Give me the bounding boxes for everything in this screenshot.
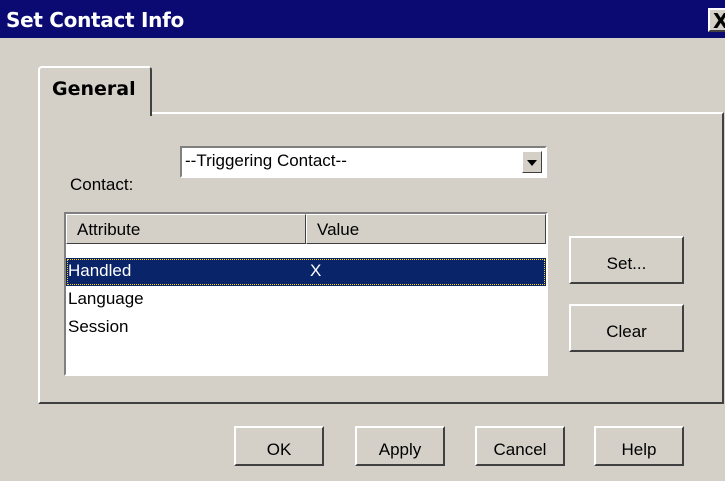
contact-dropdown-value: --Triggering Contact-- — [185, 151, 347, 170]
tab-general-label: General — [52, 78, 136, 100]
clear-button[interactable]: Clear — [569, 304, 684, 352]
dropdown-button[interactable] — [522, 151, 542, 173]
list-item[interactable]: Handled X — [66, 258, 546, 286]
row-value: X — [310, 261, 322, 280]
close-icon: X — [713, 9, 725, 33]
list-item[interactable]: Language — [66, 286, 546, 314]
row-attribute: Session — [68, 317, 129, 336]
attribute-list[interactable]: Attribute Value Handled X Language Sessi… — [64, 212, 548, 376]
tab-general[interactable]: General — [38, 66, 152, 116]
list-item[interactable]: Session — [66, 314, 546, 342]
set-button[interactable]: Set... — [569, 236, 684, 284]
ok-button[interactable]: OK — [234, 426, 324, 466]
close-button[interactable]: X — [708, 8, 725, 33]
column-header-value[interactable]: Value — [306, 214, 546, 244]
cancel-button[interactable]: Cancel — [475, 426, 565, 466]
row-attribute: Language — [68, 289, 144, 308]
help-button[interactable]: Help — [594, 426, 684, 466]
column-header-attribute[interactable]: Attribute — [66, 214, 306, 244]
title-bar: Set Contact Info — [0, 0, 725, 38]
apply-button[interactable]: Apply — [355, 426, 445, 466]
contact-label: Contact: — [70, 175, 134, 194]
window-title: Set Contact Info — [6, 8, 184, 32]
contact-dropdown[interactable]: --Triggering Contact-- — [180, 146, 547, 178]
chevron-down-icon — [527, 160, 537, 166]
row-attribute: Handled — [68, 261, 132, 280]
